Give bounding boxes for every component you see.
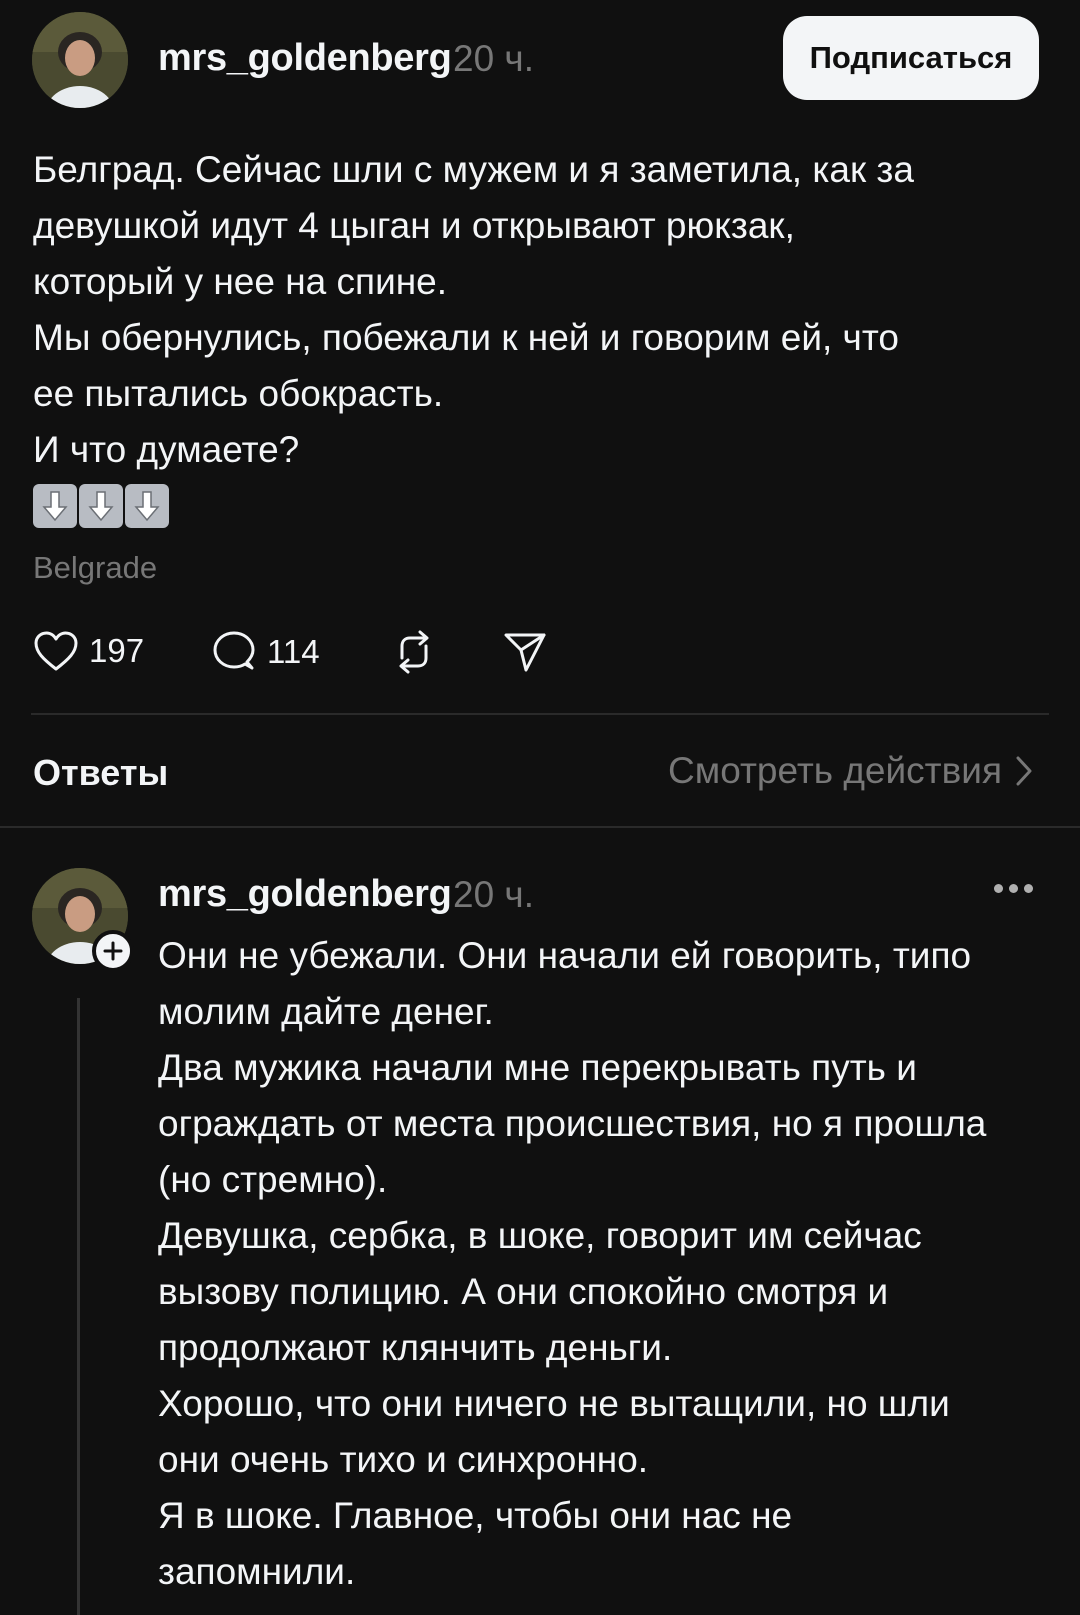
- replies-header: Ответы Смотреть действия: [0, 740, 1080, 806]
- follow-plus-button[interactable]: [92, 930, 134, 972]
- reply-text-line: запомнили.: [158, 1551, 356, 1592]
- post-text-line: который у нее на спине.: [33, 261, 448, 302]
- post-text-line: Мы обернулись, побежали к ней и говорим …: [33, 317, 899, 358]
- reply-text-line: Я в шоке. Главное, чтобы они нас не: [158, 1495, 793, 1536]
- down-arrow-emoji: [79, 484, 123, 528]
- subscribe-button[interactable]: Подписаться: [783, 16, 1039, 100]
- send-icon: [504, 633, 546, 672]
- reply-text-line: Два мужика начали мне перекрывать путь и: [158, 1047, 917, 1088]
- reply-text-line: вызову полицию. А они спокойно смотря и: [158, 1271, 889, 1312]
- repost-button[interactable]: [390, 630, 438, 674]
- reply-text-line: Они не убежали. Они начали ей говорить, …: [158, 935, 972, 976]
- repost-icon: [399, 630, 429, 674]
- post-text-line: ее пытались обокрасть.: [33, 373, 444, 414]
- comment-count: 114: [267, 633, 320, 670]
- post-text-line: Белград. Сейчас шли с мужем и я заметила…: [33, 149, 914, 190]
- divider: [31, 713, 1049, 715]
- reply-text-line: молим дайте денег.: [158, 991, 494, 1032]
- emoji-row: [33, 484, 169, 528]
- plus-icon: [103, 941, 123, 961]
- down-arrow-emoji: [125, 484, 169, 528]
- username[interactable]: mrs_goldenberg: [158, 37, 452, 80]
- reply-text-line: они очень тихо и синхронно.: [158, 1439, 649, 1480]
- replies-title: Ответы: [33, 752, 169, 793]
- down-arrow-emoji: [33, 484, 77, 528]
- reply-text-line: Хорошо, что они ничего не вытащили, но ш…: [158, 1383, 950, 1424]
- chevron-right-icon: [1016, 756, 1032, 786]
- thread-line: [77, 998, 80, 1615]
- post-text-line: И что думаете?: [33, 429, 300, 470]
- like-count: 197: [89, 632, 145, 669]
- heart-icon: [34, 631, 78, 671]
- post-text-line: девушкой идут 4 цыган и открывают рюкзак…: [33, 205, 795, 246]
- reply-text: Они не убежали. Они начали ей говорить, …: [158, 928, 1058, 1600]
- post-text: Белград. Сейчас шли с мужем и я заметила…: [33, 142, 1033, 478]
- avatar[interactable]: [32, 12, 128, 108]
- reply-timestamp: 20 ч.: [453, 874, 534, 915]
- post-timestamp: 20 ч.: [453, 38, 534, 79]
- reply: mrs_goldenberg 20 ч. Они не убежали. Они…: [0, 828, 1080, 1615]
- more-options-icon[interactable]: [994, 884, 1033, 893]
- view-activity-label: Смотреть действия: [668, 750, 1002, 791]
- reply-text-line: Девушка, сербка, в шоке, говорит им сейч…: [158, 1215, 922, 1256]
- share-button[interactable]: [502, 630, 548, 674]
- view-activity-link[interactable]: Смотреть действия: [668, 750, 1032, 792]
- like-button[interactable]: 197: [33, 630, 144, 672]
- comment-button[interactable]: 114: [211, 630, 320, 674]
- reply-text-line: (но стремно).: [158, 1159, 388, 1200]
- reply-text-line: ограждать от места происшествия, но я пр…: [158, 1103, 987, 1144]
- thread-page: mrs_goldenberg 20 ч. Подписаться Белград…: [0, 0, 1080, 1615]
- comment-icon: [213, 631, 255, 670]
- username[interactable]: mrs_goldenberg: [158, 873, 452, 916]
- post-header: mrs_goldenberg 20 ч. Подписаться: [0, 0, 1080, 120]
- reply-text-line: продолжают клянчить деньги.: [158, 1327, 673, 1368]
- location-tag[interactable]: Belgrade: [33, 550, 157, 586]
- post-actions: 197 114: [0, 620, 1080, 680]
